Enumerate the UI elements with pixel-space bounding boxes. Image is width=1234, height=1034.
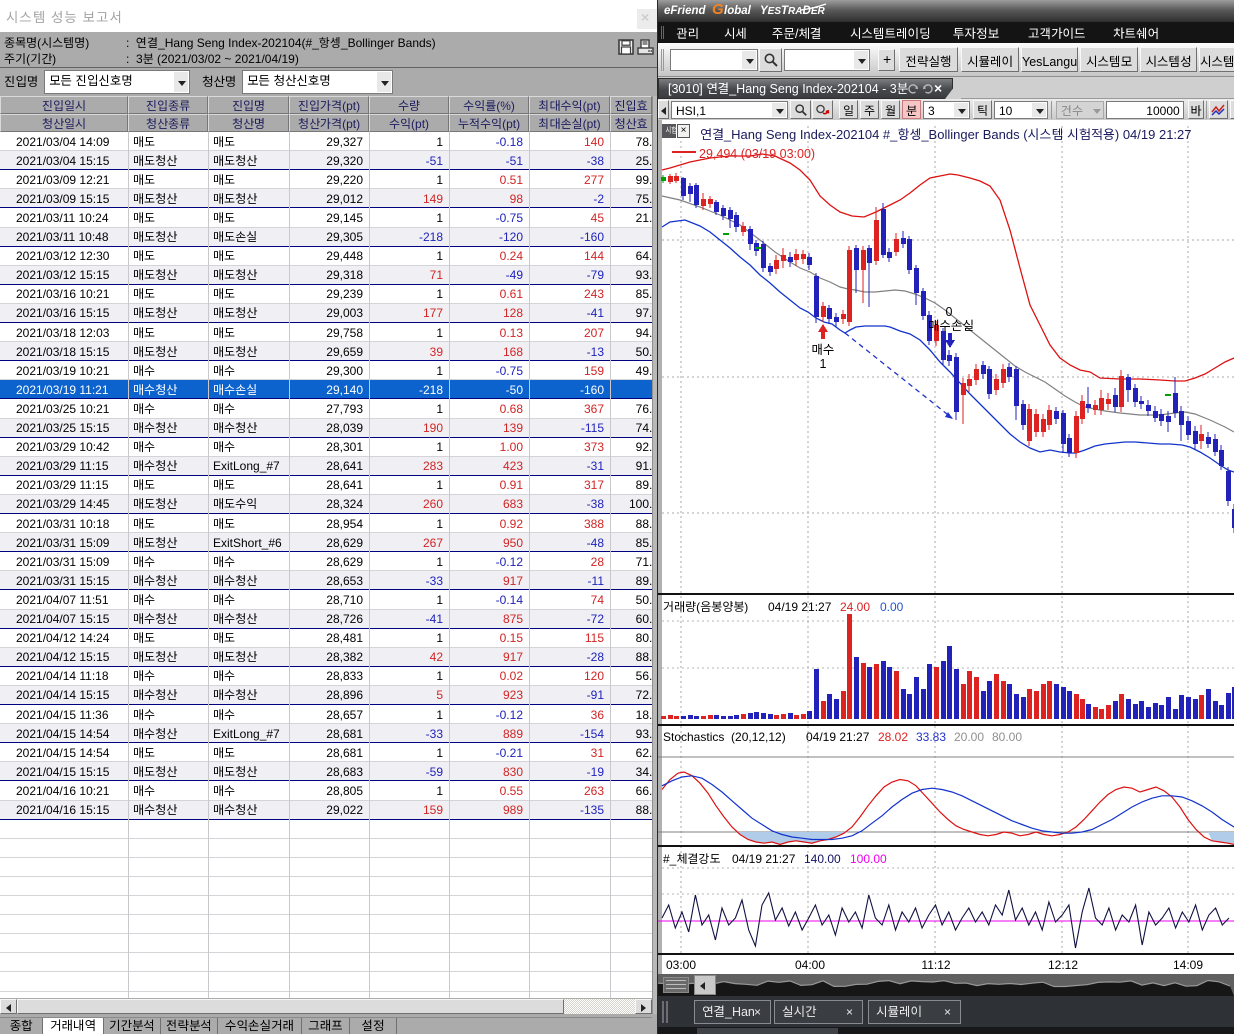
svg-text:매수손실: 매수손실 (928, 315, 974, 334)
svg-text:100.00: 100.00 (850, 852, 887, 866)
svg-text:#_체결강도: #_체결강도 (663, 850, 721, 867)
svg-text:28.02: 28.02 (878, 730, 908, 744)
svg-text:29,494 (03/19 03:00): 29,494 (03/19 03:00) (699, 147, 815, 161)
svg-text:11:12: 11:12 (921, 958, 950, 972)
svg-text:1: 1 (820, 357, 827, 371)
svg-text:03:00: 03:00 (666, 958, 696, 972)
svg-text:Stochastics (20,12,12): Stochastics (20,12,12) (663, 730, 786, 744)
svg-text:매수: 매수 (811, 339, 834, 358)
svg-text:04/19 21:27: 04/19 21:27 (806, 730, 870, 744)
svg-text:20.00: 20.00 (954, 730, 984, 744)
svg-text:거래량(음봉양봉): 거래량(음봉양봉) (663, 598, 748, 615)
svg-text:12:12: 12:12 (1048, 958, 1078, 972)
svg-text:140.00: 140.00 (804, 852, 841, 866)
svg-text:24.00: 24.00 (840, 600, 870, 614)
svg-text:04:00: 04:00 (795, 958, 825, 972)
svg-text:04/19 21:27: 04/19 21:27 (732, 852, 796, 866)
svg-text:80.00: 80.00 (992, 730, 1022, 744)
svg-text:04/19 21:27: 04/19 21:27 (768, 600, 832, 614)
svg-text:14:09: 14:09 (1173, 958, 1203, 972)
svg-text:33.83: 33.83 (916, 730, 946, 744)
svg-text:0.00: 0.00 (880, 600, 904, 614)
